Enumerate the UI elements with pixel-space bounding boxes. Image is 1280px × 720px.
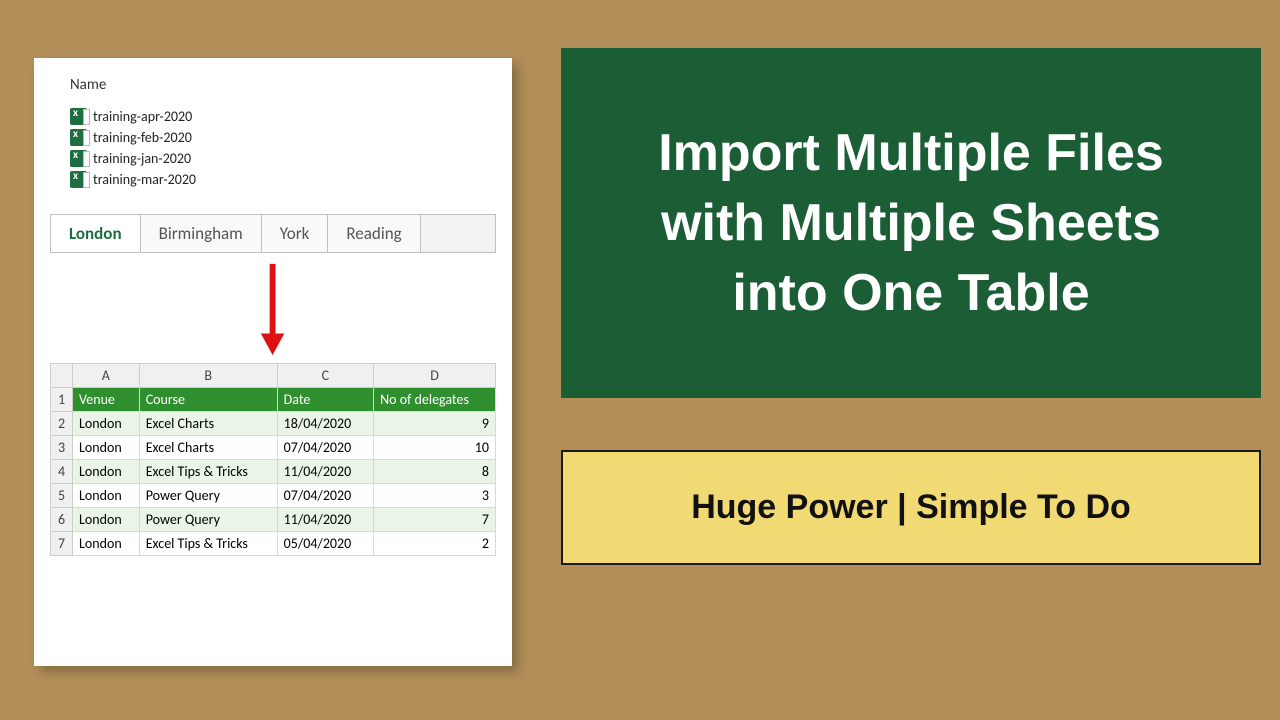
title-banner: Import Multiple Files with Multiple Shee… [561,48,1261,398]
cell[interactable]: 07/04/2020 [277,484,373,508]
cell[interactable]: London [73,532,140,556]
table-header-cell: Date [277,388,373,412]
row-header[interactable]: 5 [51,484,73,508]
cell[interactable]: Excel Charts [139,436,277,460]
tab-birmingham[interactable]: Birmingham [141,215,262,252]
cell[interactable]: 8 [374,460,496,484]
cell[interactable]: London [73,484,140,508]
excel-file-icon [70,150,87,167]
cell[interactable]: 05/04/2020 [277,532,373,556]
file-name: training-mar-2020 [93,171,196,188]
col-header[interactable]: C [277,364,373,388]
cell[interactable]: Excel Charts [139,412,277,436]
cell[interactable]: 18/04/2020 [277,412,373,436]
file-name: training-feb-2020 [93,129,192,146]
grid-corner [51,364,73,388]
row-header[interactable]: 7 [51,532,73,556]
row-header[interactable]: 1 [51,388,73,412]
file-item[interactable]: training-mar-2020 [70,169,476,190]
cell[interactable]: London [73,412,140,436]
cell[interactable]: 7 [374,508,496,532]
left-panel: Name training-apr-2020 training-feb-2020… [34,58,512,666]
cell[interactable]: Power Query [139,508,277,532]
tab-reading[interactable]: Reading [328,215,420,252]
file-item[interactable]: training-jan-2020 [70,148,476,169]
excel-file-icon [70,108,87,125]
file-explorer: Name training-apr-2020 training-feb-2020… [50,70,496,198]
cell[interactable]: 10 [374,436,496,460]
subtitle-text: Huge Power | Simple To Do [691,488,1131,527]
title-text: Import Multiple Files with Multiple Shee… [658,118,1164,329]
col-header[interactable]: A [73,364,140,388]
col-header[interactable]: B [139,364,277,388]
cell[interactable]: 11/04/2020 [277,460,373,484]
subtitle-banner: Huge Power | Simple To Do [561,450,1261,565]
tab-london[interactable]: London [51,215,141,252]
row-header[interactable]: 3 [51,436,73,460]
cell[interactable]: London [73,436,140,460]
cell[interactable]: London [73,460,140,484]
sheet-tabs: London Birmingham York Reading [50,214,496,253]
table-header-cell: Course [139,388,277,412]
arrow-down-icon [50,253,496,363]
cell[interactable]: Power Query [139,484,277,508]
table-header-cell: No of delegates [374,388,496,412]
file-name: training-apr-2020 [93,108,192,125]
cell[interactable]: 9 [374,412,496,436]
excel-file-icon [70,171,87,188]
result-spreadsheet: A B C D 1 Venue Course Date No of delega… [50,363,496,556]
excel-file-icon [70,129,87,146]
row-header[interactable]: 2 [51,412,73,436]
cell[interactable]: London [73,508,140,532]
cell[interactable]: Excel Tips & Tricks [139,532,277,556]
cell[interactable]: 2 [374,532,496,556]
col-header[interactable]: D [374,364,496,388]
cell[interactable]: 07/04/2020 [277,436,373,460]
row-header[interactable]: 6 [51,508,73,532]
table-header-cell: Venue [73,388,140,412]
cell[interactable]: 11/04/2020 [277,508,373,532]
tab-york[interactable]: York [262,215,329,252]
file-item[interactable]: training-feb-2020 [70,127,476,148]
cell[interactable]: Excel Tips & Tricks [139,460,277,484]
cell[interactable]: 3 [374,484,496,508]
file-name: training-jan-2020 [93,150,191,167]
row-header[interactable]: 4 [51,460,73,484]
file-item[interactable]: training-apr-2020 [70,106,476,127]
file-list-header: Name [70,76,476,94]
